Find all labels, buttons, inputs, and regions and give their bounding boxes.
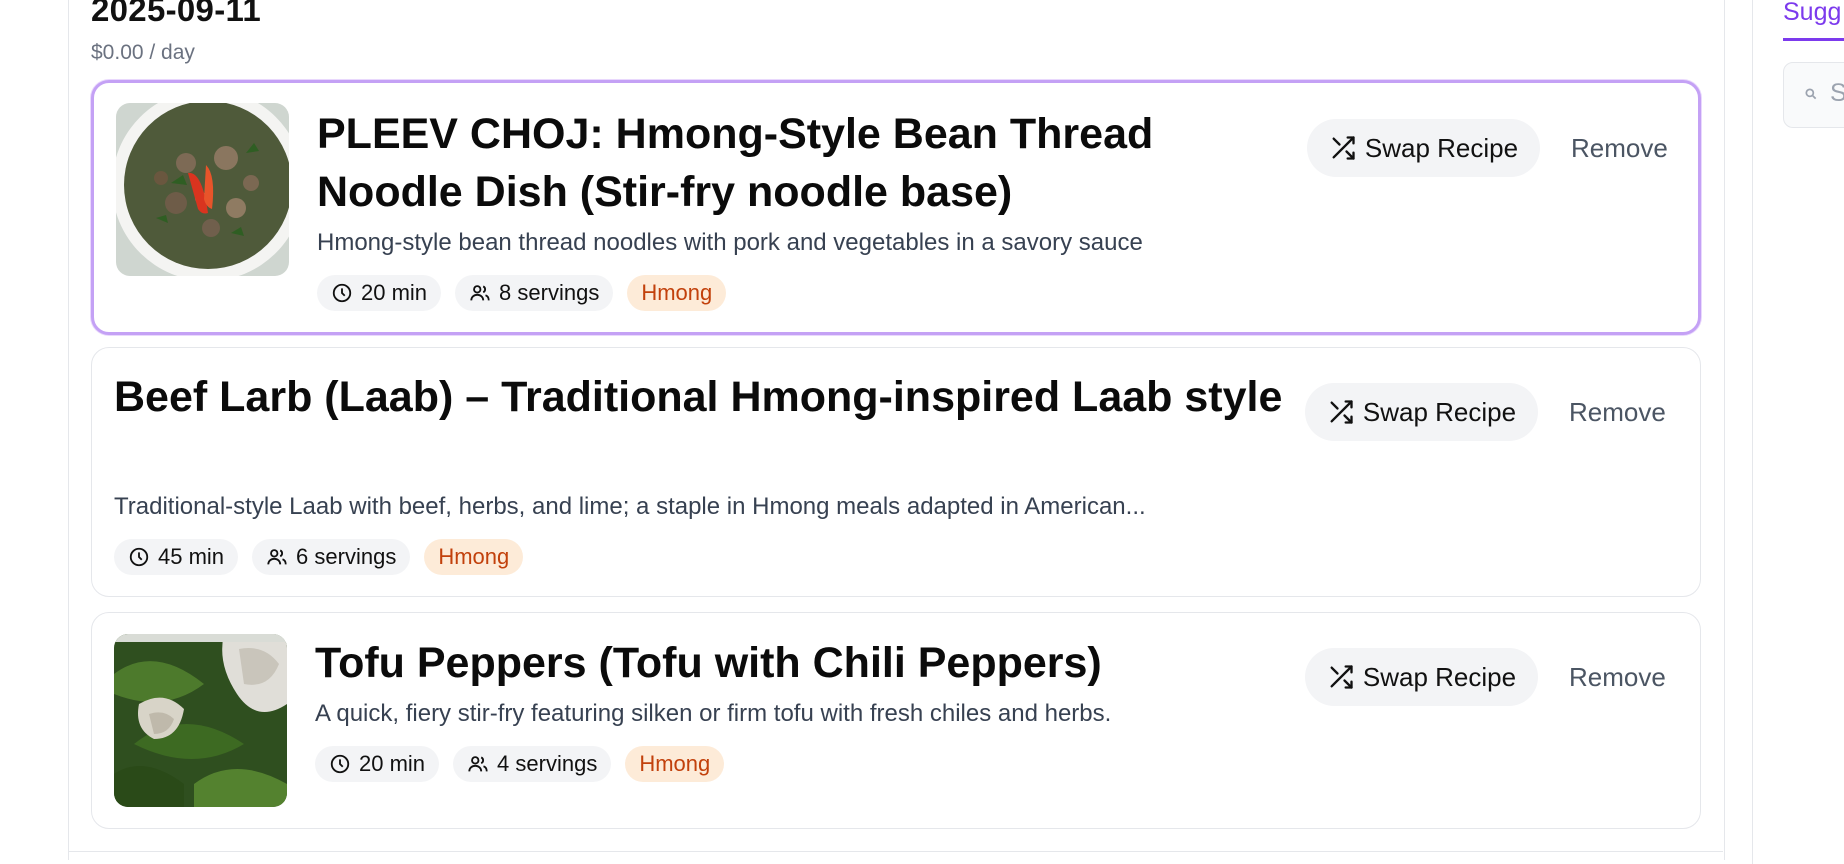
- shuffle-icon: [1330, 665, 1353, 689]
- servings-label: 8 servings: [499, 280, 600, 305]
- recipe-meta: 20 min 4 servings Hmong: [315, 746, 725, 782]
- recipe-meta: 20 min 8 servings Hmong: [317, 275, 727, 311]
- recipe-title: PLEEV CHOJ: Hmong-Style Bean Thread Nood…: [317, 110, 1154, 216]
- recipe-card[interactable]: Tofu Peppers (Tofu with Chili Peppers) A…: [91, 612, 1701, 829]
- time-chip: 20 min: [315, 746, 440, 782]
- clock-icon: [129, 547, 149, 567]
- time-label: 45 min: [158, 544, 225, 569]
- shuffle-icon: [1330, 400, 1353, 424]
- recipe-title: Beef Larb (Laab) – Traditional Hmong-ins…: [114, 373, 1283, 421]
- search-icon: [1805, 88, 1817, 100]
- users-icon: [468, 756, 488, 772]
- remove-button[interactable]: Remove: [1571, 133, 1668, 164]
- swap-recipe-button[interactable]: Swap Recipe: [1305, 383, 1538, 441]
- users-icon: [470, 285, 490, 301]
- clock-icon: [330, 754, 350, 774]
- divider: [68, 851, 1723, 852]
- swap-recipe-button[interactable]: Swap Recipe: [1305, 648, 1538, 706]
- time-label: 20 min: [361, 280, 428, 305]
- recipe-description: Hmong-style bean thread noodles with por…: [317, 229, 1143, 256]
- recipe-image: [116, 103, 289, 276]
- recipe-image: [114, 634, 287, 807]
- servings-chip: 6 servings: [252, 539, 411, 575]
- remove-button[interactable]: Remove: [1569, 662, 1666, 693]
- suggestions-panel: [1752, 0, 1844, 864]
- servings-label: 4 servings: [497, 751, 598, 776]
- users-icon: [267, 549, 287, 565]
- cuisine-tag: Hmong: [625, 746, 725, 782]
- swap-recipe-label: Swap Recipe: [1362, 396, 1517, 427]
- tab-active-indicator: [1783, 38, 1844, 41]
- day-date: 2025-09-11: [91, 0, 261, 28]
- remove-button[interactable]: Remove: [1569, 397, 1666, 428]
- swap-recipe-label: Swap Recipe: [1362, 661, 1517, 692]
- cuisine-tag: Hmong: [627, 275, 727, 311]
- day-cost: $0.00 / day: [91, 41, 195, 64]
- search-placeholder: S: [1830, 79, 1844, 107]
- recipe-description: A quick, fiery stir-fry featuring silken…: [315, 700, 1112, 727]
- swap-recipe-button[interactable]: Swap Recipe: [1307, 119, 1540, 177]
- recipe-card[interactable]: PLEEV CHOJ: Hmong-Style Bean Thread Nood…: [91, 80, 1701, 335]
- cuisine-tag: Hmong: [424, 539, 524, 575]
- clock-icon: [332, 283, 352, 303]
- time-label: 20 min: [359, 751, 426, 776]
- servings-chip: 4 servings: [453, 746, 612, 782]
- recipe-card[interactable]: Beef Larb (Laab) – Traditional Hmong-ins…: [91, 347, 1701, 597]
- recipe-meta: 45 min 6 servings Hmong: [114, 539, 524, 575]
- time-chip: 20 min: [317, 275, 442, 311]
- search-input[interactable]: S: [1783, 62, 1844, 128]
- shuffle-icon: [1332, 136, 1355, 160]
- recipe-title: Tofu Peppers (Tofu with Chili Peppers): [315, 639, 1102, 687]
- time-chip: 45 min: [114, 539, 239, 575]
- recipe-description: Traditional-style Laab with beef, herbs,…: [114, 493, 1146, 520]
- swap-recipe-label: Swap Recipe: [1364, 132, 1519, 163]
- tab-suggestions[interactable]: Sugg: [1783, 0, 1841, 27]
- servings-label: 6 servings: [296, 544, 397, 569]
- servings-chip: 8 servings: [455, 275, 614, 311]
